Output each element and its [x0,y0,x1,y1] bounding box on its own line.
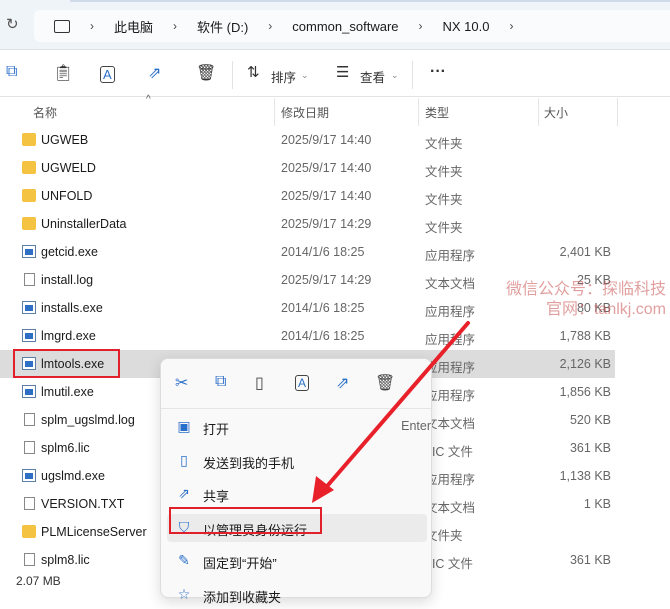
status-selection-size: 2.07 MB [16,574,61,588]
status-bar: 2.07 MB [0,574,61,588]
annotation-arrow [312,321,470,503]
